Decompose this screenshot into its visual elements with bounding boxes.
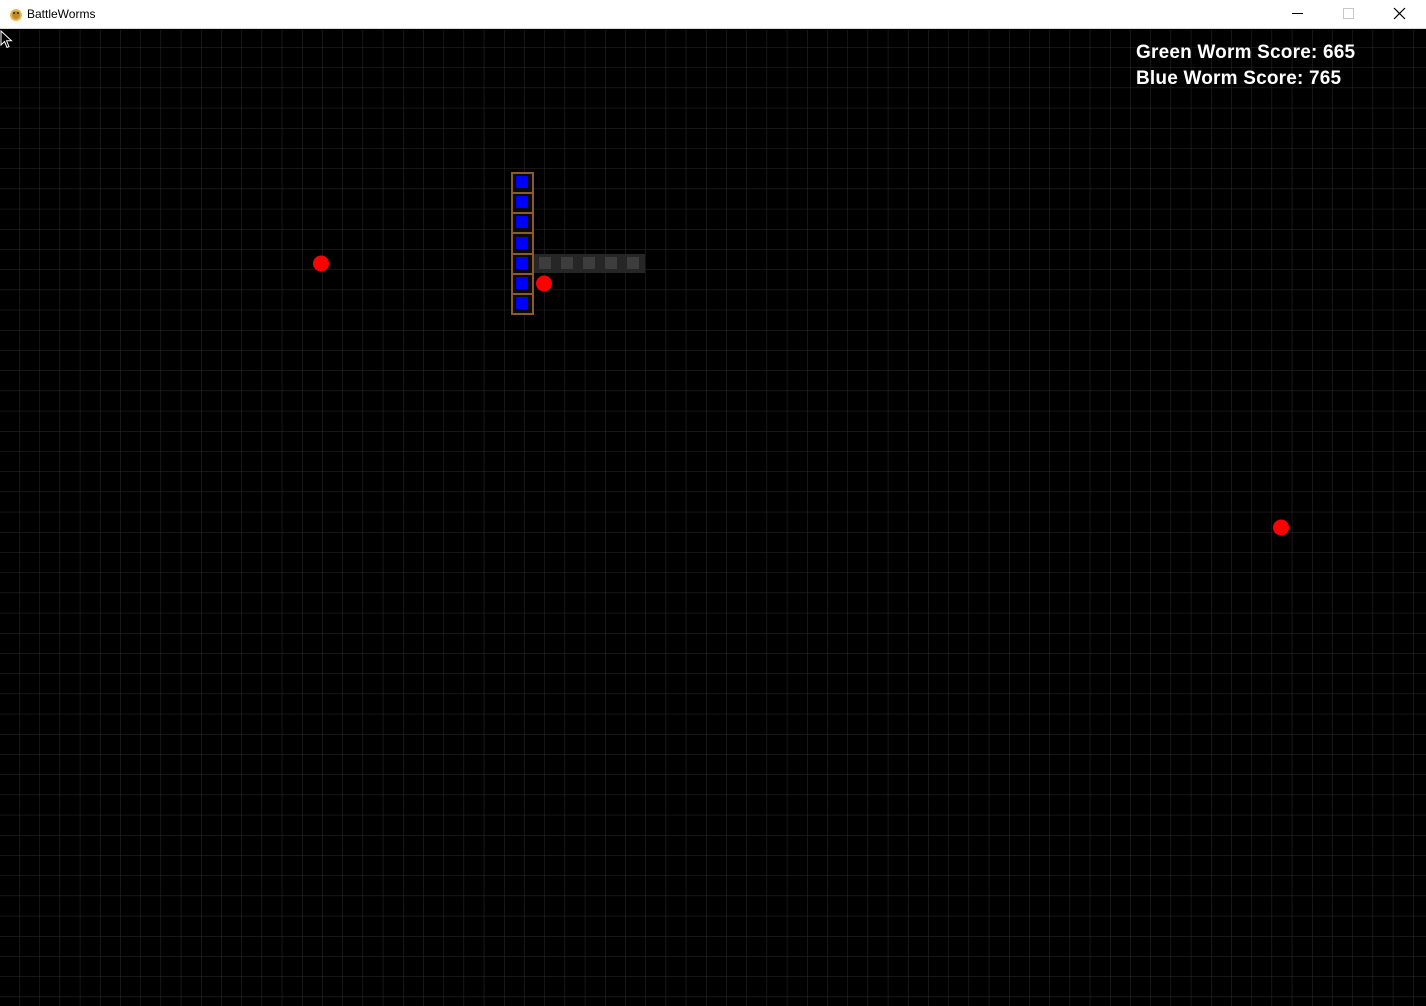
blue-worm-segment xyxy=(516,277,528,289)
blue-worm-segment xyxy=(516,237,528,249)
food-pellet xyxy=(1273,519,1289,536)
food-pellet xyxy=(536,275,552,292)
minimize-icon xyxy=(1292,13,1303,14)
close-icon xyxy=(1393,7,1406,20)
green-worm xyxy=(534,254,645,273)
food-pellet xyxy=(313,255,329,272)
green-worm-segment xyxy=(539,257,551,269)
blue-worm-segment xyxy=(516,297,528,309)
maximize-icon xyxy=(1343,8,1354,19)
green-worm-segment xyxy=(561,257,573,269)
blue-worm-segment xyxy=(516,257,528,269)
minimize-button[interactable] xyxy=(1274,0,1320,28)
blue-worm xyxy=(511,172,534,315)
window-titlebar: BattleWorms xyxy=(0,0,1426,29)
blue-worm-segment xyxy=(516,176,528,188)
blue-worm-segment xyxy=(516,196,528,208)
app-icon xyxy=(10,9,22,21)
green-worm-segment xyxy=(583,257,595,269)
blue-worm-score: Blue Worm Score: 765 xyxy=(1136,68,1342,89)
grid-lines xyxy=(0,30,1426,1006)
green-worm-segment xyxy=(627,257,639,269)
green-worm-segment xyxy=(605,257,617,269)
close-button[interactable] xyxy=(1376,0,1422,28)
maximize-button[interactable] xyxy=(1325,0,1371,28)
blue-worm-segment xyxy=(516,216,528,228)
green-worm-score: Green Worm Score: 665 xyxy=(1136,42,1356,63)
window-title: BattleWorms xyxy=(27,7,96,21)
mouse-cursor-icon xyxy=(0,30,13,49)
game-board[interactable]: Green Worm Score: 665 Blue Worm Score: 7… xyxy=(0,30,1426,1006)
grid-canvas xyxy=(0,30,1426,1006)
